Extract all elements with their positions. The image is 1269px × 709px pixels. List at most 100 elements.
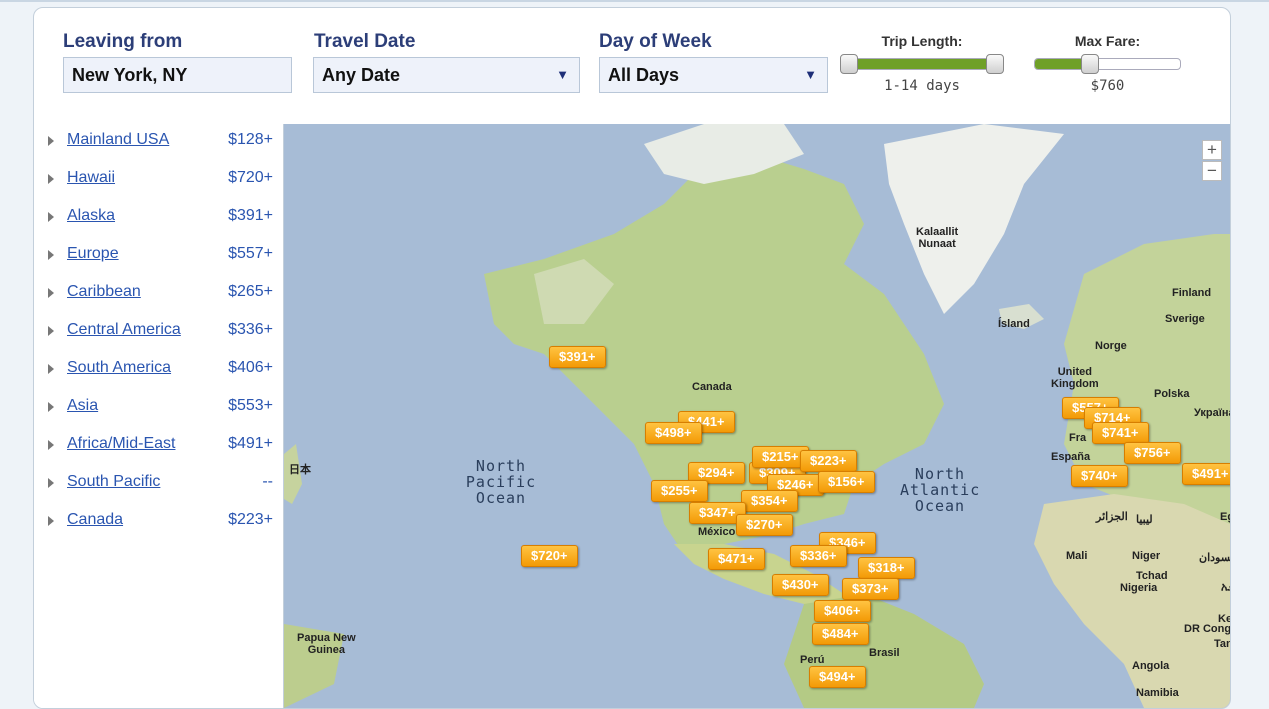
fare-pin[interactable]: $223+ — [800, 450, 857, 472]
region-name[interactable]: Alaska — [67, 207, 115, 225]
place-label: ليبيا — [1136, 514, 1153, 526]
fare-pin[interactable]: $406+ — [814, 600, 871, 622]
top-border — [0, 0, 1269, 2]
travel-date-value: Any Date — [322, 65, 401, 85]
region-item[interactable]: Caribbean $265+ — [34, 278, 283, 316]
fare-pin[interactable]: $336+ — [790, 545, 847, 567]
place-label: Polska — [1154, 388, 1190, 400]
ocean-label-pacific: North Pacific Ocean — [465, 457, 537, 507]
ocean-label-atlantic: North Atlantic Ocean — [900, 465, 981, 515]
max-fare-label: Max Fare: — [1074, 33, 1141, 49]
region-name[interactable]: Central America — [67, 321, 181, 339]
expand-arrow-icon[interactable] — [48, 250, 54, 260]
expand-arrow-icon[interactable] — [48, 402, 54, 412]
day-of-week-select[interactable]: All Days ▼ — [599, 57, 828, 93]
fare-pin[interactable]: $471+ — [708, 548, 765, 570]
region-price: $391+ — [228, 207, 273, 224]
trip-length-value: 1-14 days — [884, 78, 960, 94]
region-item[interactable]: Canada $223+ — [34, 506, 283, 544]
fare-pin[interactable]: $354+ — [741, 490, 798, 512]
region-price: $557+ — [228, 245, 273, 262]
expand-arrow-icon[interactable] — [48, 288, 54, 298]
max-fare-handle[interactable] — [1081, 54, 1100, 74]
place-label: السودان — [1199, 552, 1230, 564]
place-label: Finland — [1172, 287, 1212, 299]
fare-pin[interactable]: $491+ — [1182, 463, 1230, 485]
region-item[interactable]: Alaska $391+ — [34, 202, 283, 240]
region-item[interactable]: Africa/Mid-East $491+ — [34, 430, 283, 468]
expand-arrow-icon[interactable] — [48, 516, 54, 526]
fare-pin[interactable]: $156+ — [818, 471, 875, 493]
expand-arrow-icon[interactable] — [48, 478, 54, 488]
region-list: Mainland USA $128+ Hawaii $720+ Alaska $391+ E… — [34, 124, 284, 708]
expand-arrow-icon[interactable] — [48, 136, 54, 146]
region-price: $223+ — [228, 511, 273, 528]
region-item[interactable]: Mainland USA $128+ — [34, 126, 283, 164]
region-name[interactable]: South America — [67, 359, 171, 377]
region-item[interactable]: South America $406+ — [34, 354, 283, 392]
region-item[interactable]: Hawaii $720+ — [34, 164, 283, 202]
day-of-week-label: Day of Week — [599, 31, 712, 52]
region-name[interactable]: Hawaii — [67, 169, 115, 187]
fare-pin[interactable]: $391+ — [549, 346, 606, 368]
region-item[interactable]: Central America $336+ — [34, 316, 283, 354]
leaving-from-value: New York, NY — [72, 65, 188, 85]
place-label: Kenya — [1218, 613, 1230, 625]
trip-length-slider[interactable] — [840, 54, 1004, 74]
zoom-out-button[interactable]: − — [1202, 161, 1222, 181]
fare-pin[interactable]: $720+ — [521, 545, 578, 567]
fare-pin[interactable]: $484+ — [812, 623, 869, 645]
expand-arrow-icon[interactable] — [48, 440, 54, 450]
place-label: Perú — [800, 654, 825, 666]
place-label: Fra — [1069, 432, 1087, 444]
place-label: Kalaallit Nunaat — [916, 226, 959, 250]
region-price: -- — [262, 473, 273, 490]
region-name[interactable]: South Pacific — [67, 473, 160, 491]
leaving-from-input[interactable]: New York, NY — [63, 57, 292, 93]
trip-length-max-handle[interactable] — [986, 54, 1004, 74]
region-item[interactable]: South Pacific -- — [34, 468, 283, 506]
fare-map[interactable]: North Pacific Ocean North Atlantic Ocean… — [284, 124, 1230, 708]
fare-pin[interactable]: $430+ — [772, 574, 829, 596]
zoom-in-button[interactable]: + — [1202, 140, 1222, 160]
trip-length-min-handle[interactable] — [840, 54, 858, 74]
fare-pin[interactable]: $740+ — [1071, 465, 1128, 487]
place-label: Canada — [692, 381, 732, 393]
fare-pin[interactable]: $741+ — [1092, 422, 1149, 444]
region-name[interactable]: Mainland USA — [67, 131, 169, 149]
place-label: Namibia — [1136, 687, 1179, 699]
fare-pin[interactable]: $270+ — [736, 514, 793, 536]
trip-length-fill — [850, 59, 996, 69]
region-price: $491+ — [228, 435, 273, 452]
region-name[interactable]: Africa/Mid-East — [67, 435, 175, 453]
expand-arrow-icon[interactable] — [48, 174, 54, 184]
region-name[interactable]: Europe — [67, 245, 119, 263]
filter-bar: Leaving from New York, NY Travel Date An… — [34, 8, 1230, 125]
region-name[interactable]: Asia — [67, 397, 98, 415]
region-price: $265+ — [228, 283, 273, 300]
max-fare-slider[interactable] — [1034, 54, 1181, 74]
fare-pin[interactable]: $373+ — [842, 578, 899, 600]
place-label: Norge — [1095, 340, 1127, 352]
region-price: $406+ — [228, 359, 273, 376]
fare-pin[interactable]: $498+ — [645, 422, 702, 444]
place-label: Angola — [1132, 660, 1170, 672]
place-label: Papua New Guinea — [297, 632, 356, 656]
fare-pin[interactable]: $255+ — [651, 480, 708, 502]
expand-arrow-icon[interactable] — [48, 364, 54, 374]
place-label: Niger — [1132, 550, 1161, 562]
travel-date-select[interactable]: Any Date ▼ — [313, 57, 580, 93]
region-name[interactable]: Caribbean — [67, 283, 141, 301]
chevron-down-icon: ▼ — [804, 67, 817, 82]
region-item[interactable]: Asia $553+ — [34, 392, 283, 430]
place-label: Tchad — [1136, 570, 1168, 582]
place-label: Україна — [1194, 407, 1230, 419]
expand-arrow-icon[interactable] — [48, 212, 54, 222]
expand-arrow-icon[interactable] — [48, 326, 54, 336]
region-name[interactable]: Canada — [67, 511, 123, 529]
region-item[interactable]: Europe $557+ — [34, 240, 283, 278]
fare-pin[interactable]: $318+ — [858, 557, 915, 579]
fare-pin[interactable]: $756+ — [1124, 442, 1181, 464]
fare-pin[interactable]: $494+ — [809, 666, 866, 688]
region-price: $128+ — [228, 131, 273, 148]
